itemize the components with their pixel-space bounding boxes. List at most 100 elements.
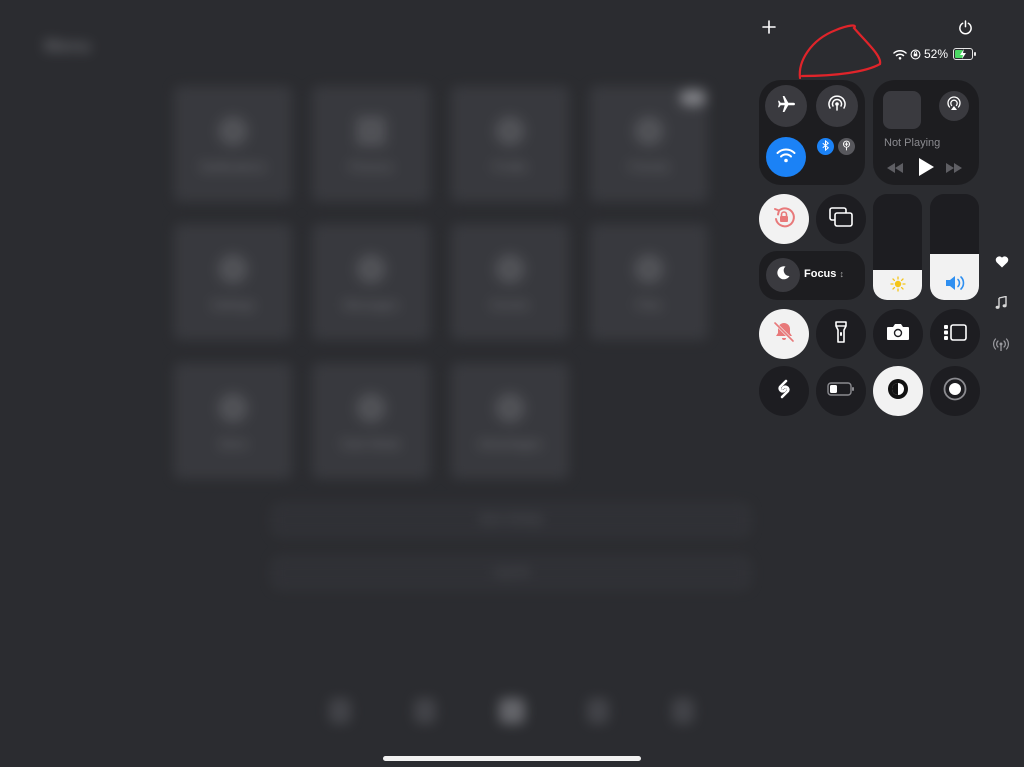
bg-open-settings-button: Open Settings bbox=[272, 504, 750, 536]
airdrop-button[interactable] bbox=[816, 85, 858, 127]
wifi-button[interactable] bbox=[766, 137, 806, 177]
bg-tile-label: Dark Mode bbox=[341, 437, 401, 451]
bluetooth-icon bbox=[821, 138, 830, 156]
battery-percent: 52% bbox=[924, 47, 949, 61]
battery-cap bbox=[974, 52, 976, 56]
airplane-icon bbox=[776, 94, 796, 119]
bg-tile-label: Profile bbox=[492, 160, 527, 174]
bg-tile-label: Notifications bbox=[200, 160, 266, 174]
bg-tile-label: Events bbox=[491, 298, 529, 312]
bg-tile-settings: Settings bbox=[174, 224, 292, 340]
heart-icon[interactable] bbox=[995, 255, 1009, 273]
bg-tile-label: Advantages bbox=[478, 437, 542, 451]
bg-star-icon bbox=[495, 393, 525, 423]
play-icon bbox=[917, 158, 935, 181]
bg-tile-messages: Messages bbox=[312, 224, 430, 340]
home-indicator[interactable] bbox=[383, 756, 641, 761]
bg-page-title: Menu bbox=[44, 36, 91, 56]
flashlight-icon bbox=[834, 320, 848, 349]
focus-label: Focus ↕ bbox=[804, 268, 844, 280]
bg-tile-pictures: Pictures bbox=[312, 86, 430, 202]
bg-gear-icon bbox=[218, 254, 248, 284]
cellular-icon bbox=[841, 138, 852, 156]
bg-tile-label: Messages bbox=[343, 298, 399, 312]
bg-message-icon bbox=[356, 254, 386, 284]
shazam-button[interactable] bbox=[759, 366, 809, 416]
airplay-button[interactable] bbox=[939, 91, 969, 121]
bg-tile-dark-mode: Dark Mode bbox=[312, 363, 430, 479]
flashlight-button[interactable] bbox=[816, 309, 866, 359]
bg-store-icon bbox=[218, 393, 248, 423]
bg-dock-item-active bbox=[499, 698, 525, 724]
screen-record-button[interactable] bbox=[930, 366, 980, 416]
bg-sun-icon bbox=[356, 393, 386, 423]
bg-people-icon bbox=[634, 116, 664, 146]
rotation-lock-icon bbox=[770, 203, 798, 236]
play-button[interactable] bbox=[917, 157, 935, 182]
bg-folder-icon bbox=[634, 254, 664, 284]
wifi-status-icon bbox=[893, 49, 907, 60]
status-bar: 52% bbox=[893, 46, 948, 62]
airdrop-icon bbox=[826, 93, 848, 120]
camera-button[interactable] bbox=[873, 309, 923, 359]
sun-icon bbox=[873, 276, 922, 292]
bg-bell-icon bbox=[218, 116, 248, 146]
bg-tile-label: Settings bbox=[211, 298, 255, 312]
bg-dock-item bbox=[329, 698, 351, 724]
silent-mode-button[interactable] bbox=[759, 309, 809, 359]
orientation-lock-status-icon bbox=[910, 49, 921, 60]
bg-tile-advantages: Advantages bbox=[451, 363, 569, 479]
stage-manager-icon bbox=[942, 322, 968, 347]
screen-mirroring-icon bbox=[828, 206, 854, 233]
volume-slider[interactable] bbox=[930, 194, 979, 300]
stage-manager-button[interactable] bbox=[930, 309, 980, 359]
battery-icon bbox=[827, 381, 855, 401]
rewind-button[interactable] bbox=[886, 161, 904, 179]
antenna-icon[interactable] bbox=[993, 338, 1009, 357]
bg-dock-item bbox=[587, 698, 609, 724]
focus-label-text: Focus bbox=[804, 268, 837, 280]
airplay-icon bbox=[946, 95, 962, 117]
bg-tile-notifications: Notifications bbox=[174, 86, 292, 202]
camera-icon bbox=[885, 322, 911, 347]
screen-mirroring-button[interactable] bbox=[816, 194, 866, 244]
bg-dock-item bbox=[672, 698, 694, 724]
moon-icon bbox=[775, 265, 791, 286]
bg-tile-profile: Profile bbox=[451, 86, 569, 202]
music-note-icon[interactable] bbox=[995, 295, 1007, 315]
bg-tile-events: Events bbox=[451, 224, 569, 340]
bg-dock-item bbox=[414, 698, 436, 724]
airplane-mode-button[interactable] bbox=[765, 85, 807, 127]
chevron-up-down-icon: ↕ bbox=[839, 269, 844, 279]
bluetooth-button[interactable] bbox=[817, 138, 834, 155]
dark-mode-icon bbox=[885, 376, 911, 407]
cellular-button[interactable] bbox=[838, 138, 855, 155]
bg-calendar-icon bbox=[495, 254, 525, 284]
bg-picture-icon bbox=[356, 116, 386, 146]
plus-icon[interactable] bbox=[762, 20, 776, 39]
focus-moon-circle bbox=[766, 258, 800, 292]
now-playing-label: Not Playing bbox=[884, 137, 941, 149]
bg-tile-label: Store bbox=[218, 437, 248, 451]
rotation-lock-button[interactable] bbox=[759, 194, 809, 244]
forward-button[interactable] bbox=[945, 161, 963, 179]
speaker-icon bbox=[930, 274, 979, 292]
brightness-slider[interactable] bbox=[873, 194, 922, 300]
dark-mode-button[interactable] bbox=[873, 366, 923, 416]
battery-icon bbox=[953, 48, 976, 60]
shazam-icon bbox=[771, 376, 797, 407]
bg-tile-label: Pictures bbox=[349, 160, 393, 174]
annotation-scribble bbox=[796, 22, 888, 87]
low-power-mode-button[interactable] bbox=[816, 366, 866, 416]
bg-tile-label: Friends bbox=[628, 160, 669, 174]
bg-tile-store: Store bbox=[174, 363, 292, 479]
bg-badge bbox=[680, 90, 706, 106]
power-icon[interactable] bbox=[958, 20, 973, 40]
fast-forward-icon bbox=[945, 161, 963, 178]
bg-log-out-button: Log Out bbox=[272, 557, 750, 589]
album-art bbox=[883, 91, 921, 129]
wifi-icon bbox=[776, 147, 796, 168]
bg-tile-files: Files bbox=[590, 224, 708, 340]
screen-record-icon bbox=[942, 376, 968, 407]
bg-person-icon bbox=[495, 116, 525, 146]
